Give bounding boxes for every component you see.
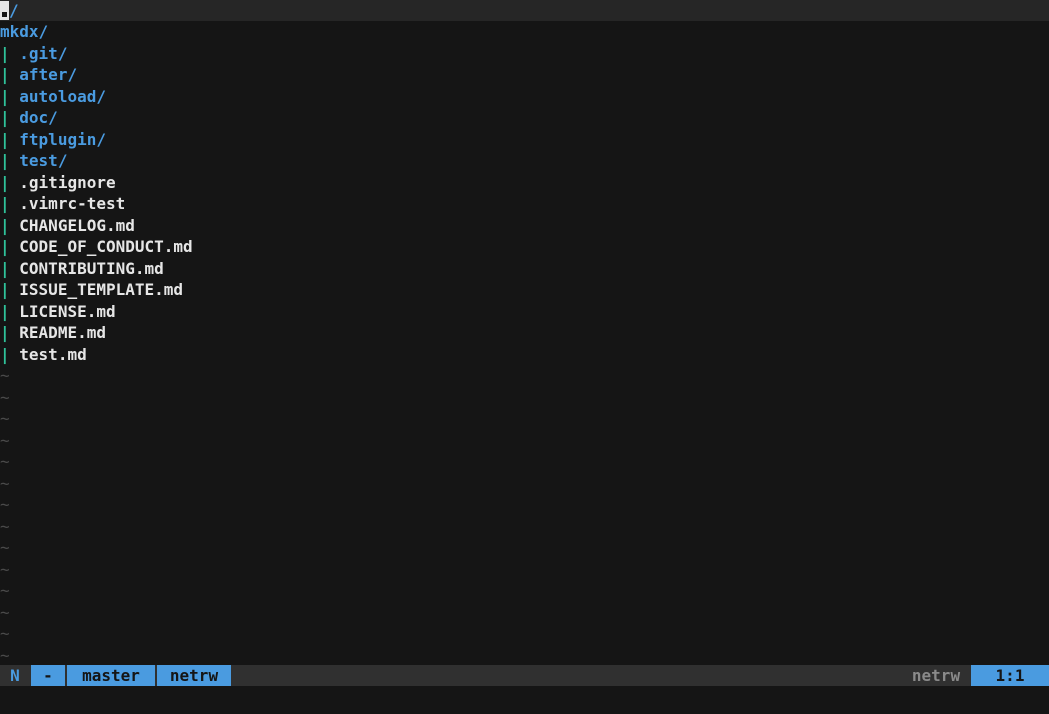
- entry-name: CODE_OF_CONDUCT.md: [19, 237, 193, 256]
- file-entry[interactable]: | ISSUE_TEMPLATE.md: [0, 279, 1049, 301]
- entry-name: after/: [19, 65, 78, 84]
- entries-container: | .git/| after/| autoload/| doc/| ftplug…: [0, 43, 1049, 366]
- text-cursor: [0, 1, 9, 20]
- empty-line-marker: ~: [0, 602, 10, 622]
- mode-indicator: N: [0, 665, 30, 686]
- file-entry[interactable]: | test.md: [0, 344, 1049, 366]
- statusline: N - master netrw netrw 1:1: [0, 665, 1049, 686]
- empty-line-marker: ~: [0, 452, 10, 471]
- empty-line-marker: ~: [0, 516, 10, 536]
- indent-guide: |: [0, 344, 10, 364]
- empty-lines: ~ ~ ~ ~ ~ ~ ~ ~ ~ ~ ~ ~ ~ ~: [0, 365, 1049, 666]
- indent-guide: |: [0, 151, 10, 170]
- empty-line-marker: ~: [0, 430, 10, 450]
- empty-line-marker: ~: [0, 366, 10, 385]
- cursor-position: 1:1: [971, 665, 1049, 686]
- entry-name: README.md: [19, 323, 106, 342]
- directory-entry[interactable]: | ftplugin/: [0, 129, 1049, 151]
- indent-guide: |: [0, 43, 10, 63]
- entry-name: autoload/: [19, 86, 106, 106]
- file-entry[interactable]: | CHANGELOG.md: [0, 215, 1049, 237]
- file-entry[interactable]: | LICENSE.md: [0, 301, 1049, 323]
- entry-name: test/: [19, 151, 68, 170]
- entry-name: test.md: [19, 344, 87, 364]
- indent-guide: |: [0, 280, 10, 299]
- indent-guide: |: [0, 323, 10, 342]
- indent-guide: |: [0, 65, 10, 84]
- empty-line-marker: ~: [0, 645, 10, 665]
- indent-guide: |: [0, 301, 10, 321]
- empty-line-marker: ~: [0, 538, 10, 557]
- entry-name: .gitignore: [19, 172, 116, 192]
- entry-name: doc/: [19, 108, 58, 127]
- entry-name: ftplugin/: [19, 129, 106, 149]
- entry-name: CHANGELOG.md: [19, 215, 135, 235]
- file-entry[interactable]: | CODE_OF_CONDUCT.md: [0, 236, 1049, 258]
- netrw-header: /: [0, 0, 1049, 21]
- current-directory[interactable]: /: [9, 1, 19, 20]
- empty-line-marker: ~: [0, 387, 10, 407]
- file-entry[interactable]: | .vimrc-test: [0, 193, 1049, 215]
- entry-name: .vimrc-test: [19, 194, 126, 213]
- directory-entry[interactable]: | test/: [0, 150, 1049, 172]
- file-listing: mkdx/ | .git/| after/| autoload/| doc/| …: [0, 21, 1049, 666]
- empty-line-marker: ~: [0, 409, 10, 428]
- empty-line-marker: ~: [0, 581, 10, 600]
- file-entry[interactable]: | CONTRIBUTING.md: [0, 258, 1049, 280]
- modified-indicator: -: [31, 665, 65, 686]
- directory-entry[interactable]: | doc/: [0, 107, 1049, 129]
- directory-entry[interactable]: | .git/: [0, 43, 1049, 65]
- directory-entry[interactable]: | autoload/: [0, 86, 1049, 108]
- empty-line-marker: ~: [0, 495, 10, 514]
- file-entry[interactable]: | README.md: [0, 322, 1049, 344]
- filetype-left: netrw: [157, 665, 231, 686]
- indent-guide: |: [0, 237, 10, 256]
- indent-guide: |: [0, 129, 10, 149]
- indent-guide: |: [0, 172, 10, 192]
- indent-guide: |: [0, 194, 10, 213]
- git-branch: master: [67, 665, 155, 686]
- command-line[interactable]: [0, 686, 1049, 714]
- root-directory[interactable]: mkdx/: [0, 21, 1049, 43]
- indent-guide: |: [0, 86, 10, 106]
- indent-guide: |: [0, 108, 10, 127]
- indent-guide: |: [0, 215, 10, 235]
- empty-line-marker: ~: [0, 624, 10, 643]
- empty-line-marker: ~: [0, 559, 10, 579]
- file-entry[interactable]: | .gitignore: [0, 172, 1049, 194]
- entry-name: ISSUE_TEMPLATE.md: [19, 280, 184, 299]
- indent-guide: |: [0, 258, 10, 278]
- entry-name: LICENSE.md: [19, 301, 116, 321]
- entry-name: CONTRIBUTING.md: [19, 258, 164, 278]
- entry-name: .git/: [19, 43, 68, 63]
- filetype-right: netrw: [900, 665, 972, 686]
- empty-line-marker: ~: [0, 473, 10, 493]
- directory-entry[interactable]: | after/: [0, 64, 1049, 86]
